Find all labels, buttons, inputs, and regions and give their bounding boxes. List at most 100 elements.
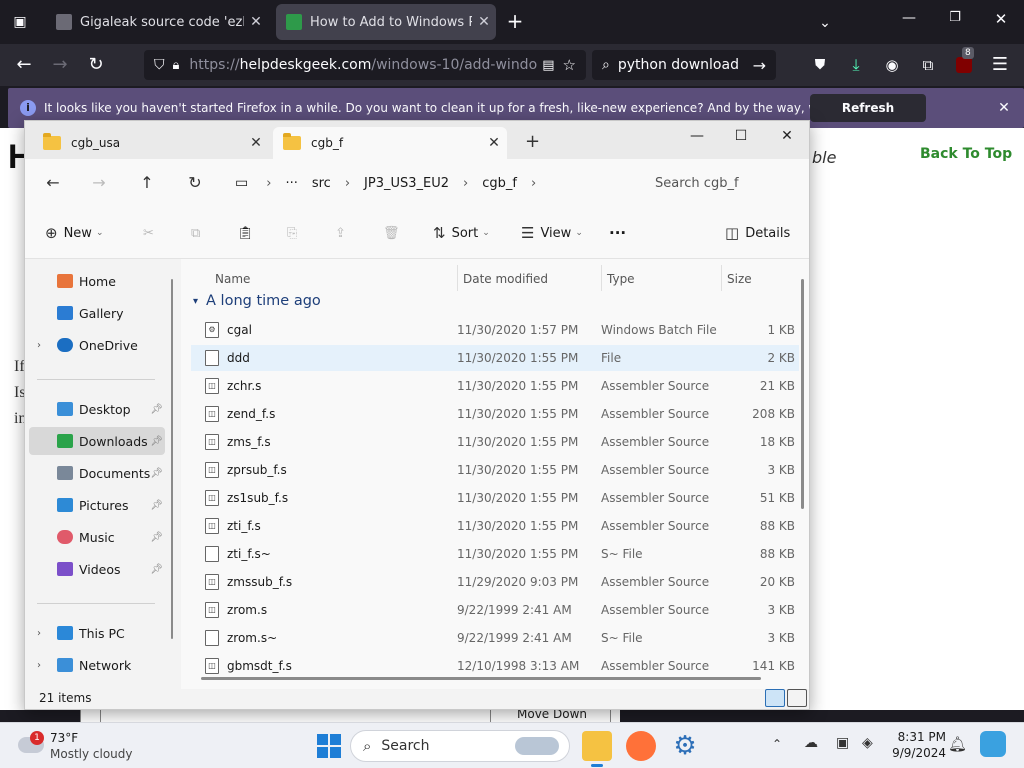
cut-icon[interactable]: ✂ <box>143 221 154 245</box>
forward-icon[interactable]: → <box>48 53 72 77</box>
breadcrumb-item[interactable]: src <box>312 176 331 191</box>
horizontal-scrollbar[interactable] <box>201 677 761 680</box>
close-tab-icon[interactable]: ✕ <box>472 14 496 30</box>
downloads-icon[interactable]: ⤓ <box>844 53 868 77</box>
close-icon[interactable]: ✕ <box>767 125 807 147</box>
ublock-icon[interactable]: 8 <box>952 47 976 77</box>
file-explorer-taskbar-icon[interactable] <box>582 731 612 767</box>
column-header-name[interactable]: Name <box>215 267 250 291</box>
pocket-icon[interactable]: ⛊ <box>808 53 832 77</box>
file-row[interactable]: ◫ zrom.s 9/22/1999 2:41 AM Assembler Source… <box>191 597 799 623</box>
details-view-icon[interactable] <box>765 689 785 707</box>
show-hidden-icons-icon[interactable]: ⌃ <box>772 737 782 751</box>
sidebar-item-onedrive[interactable]: › OneDrive <box>29 331 165 359</box>
maximize-icon[interactable]: ☐ <box>721 125 761 147</box>
sidebar-item-pictures[interactable]: Pictures 📌︎ <box>29 491 165 519</box>
overflow-icon[interactable]: ··· <box>285 176 297 191</box>
pc-icon[interactable]: ▭ <box>235 175 248 191</box>
group-header[interactable]: ▾ A long time ago <box>193 293 321 309</box>
menu-icon[interactable]: ☰ <box>988 53 1012 77</box>
sidebar-item-desktop[interactable]: Desktop 📌︎ <box>29 395 165 423</box>
firefox-taskbar-icon[interactable] <box>626 731 656 761</box>
file-row[interactable]: ◫ gbmsdt_f.s 12/10/1998 3:13 AM Assembler S… <box>191 653 799 679</box>
file-row[interactable]: ◫ zend_f.s 11/30/2020 1:55 PM Assembler Sou… <box>191 401 799 427</box>
up-icon[interactable]: ↑ <box>135 171 159 195</box>
weather-widget[interactable]: 1 73°F Mostly cloudy <box>16 729 156 763</box>
tab-gigaleak[interactable]: Gigaleak source code 'ezbuild. ✕ <box>46 4 268 40</box>
copy-icon[interactable]: ⧉ <box>191 221 200 245</box>
lock-icon[interactable]: 🔒︎ <box>173 58 180 73</box>
search-go-icon[interactable]: → <box>753 56 766 75</box>
refresh-firefox-button[interactable]: Refresh Firefox... <box>810 94 926 143</box>
column-header-size[interactable]: Size <box>727 267 752 291</box>
sidebar-item-videos[interactable]: Videos 📌︎ <box>29 555 165 583</box>
back-icon[interactable]: ← <box>12 53 36 77</box>
new-tab-icon[interactable]: + <box>525 131 540 152</box>
column-header-type[interactable]: Type <box>607 267 635 291</box>
forward-icon[interactable]: → <box>87 171 111 195</box>
breadcrumb-item[interactable]: JP3_US3_EU2 <box>364 176 449 191</box>
refresh-icon[interactable]: ↻ <box>183 171 207 195</box>
file-row[interactable]: ddd 11/30/2020 1:55 PM File 2 KB <box>191 345 799 371</box>
sidebar-item-documents[interactable]: Documents 📌︎ <box>29 459 165 487</box>
breadcrumb[interactable]: ▭ › ··· src › JP3_US3_EU2 › cgb_f › <box>229 167 633 199</box>
chevron-right-icon[interactable]: › <box>345 176 350 191</box>
start-icon[interactable] <box>314 731 344 761</box>
details-button[interactable]: ◫ Details <box>725 221 790 245</box>
clock[interactable]: 8:31 PM 9/9/2024 <box>890 729 946 761</box>
chevron-right-icon[interactable]: › <box>463 176 468 191</box>
chevron-right-icon[interactable]: › <box>37 628 41 639</box>
column-divider[interactable] <box>457 265 458 291</box>
explorer-tab-cgb-f[interactable]: cgb_f ✕ <box>273 127 507 159</box>
sidebar-item-network[interactable]: › Network <box>29 651 165 679</box>
new-tab-icon[interactable]: + <box>504 10 526 32</box>
sort-button[interactable]: ⇅ Sort ⌄ <box>433 221 490 245</box>
copilot-icon[interactable] <box>980 731 1006 757</box>
delete-icon[interactable]: 🗑︎ <box>383 221 400 245</box>
file-row[interactable]: ◫ zchr.s 11/30/2020 1:55 PM Assembler Sourc… <box>191 373 799 399</box>
restore-window-icon[interactable]: ❐ <box>944 10 966 32</box>
column-divider[interactable] <box>601 265 602 291</box>
firefox-view-icon[interactable]: ▣ <box>10 12 30 32</box>
explorer-search-input[interactable]: Search cgb_f <box>641 167 805 199</box>
close-tab-icon[interactable]: ✕ <box>481 135 507 151</box>
close-tab-icon[interactable]: ✕ <box>243 135 269 151</box>
extensions-icon[interactable]: ⧉ <box>916 53 940 77</box>
reload-icon[interactable]: ↻ <box>84 53 108 77</box>
file-row[interactable]: ⚙ cgal 11/30/2020 1:57 PM Windows Batch Fil… <box>191 317 799 343</box>
bookmark-star-icon[interactable]: ☆ <box>563 56 576 74</box>
search-bar[interactable]: ⌕ python download → <box>592 50 776 80</box>
close-window-icon[interactable]: ✕ <box>990 10 1012 32</box>
taskbar-search[interactable]: ⌕ Search <box>350 730 570 762</box>
chevron-right-icon[interactable]: › <box>37 660 41 671</box>
breadcrumb-item[interactable]: cgb_f <box>482 176 517 191</box>
explorer-tab-cgb-usa[interactable]: cgb_usa ✕ <box>33 127 269 159</box>
close-notification-icon[interactable]: ✕ <box>994 98 1014 118</box>
sidebar-item-gallery[interactable]: Gallery <box>29 299 165 327</box>
view-button[interactable]: ☰ View ⌄ <box>521 221 583 245</box>
chevron-right-icon[interactable]: › <box>266 176 271 191</box>
minimize-window-icon[interactable]: — <box>898 10 920 32</box>
minimize-icon[interactable]: — <box>677 125 717 147</box>
chevron-right-icon[interactable]: › <box>531 176 536 191</box>
sidebar-item-music[interactable]: Music 📌︎ <box>29 523 165 551</box>
account-icon[interactable]: ◉ <box>880 53 904 77</box>
file-row[interactable]: ◫ zprsub_f.s 11/30/2020 1:55 PM Assembler S… <box>191 457 799 483</box>
column-header-date[interactable]: Date modified <box>463 267 548 291</box>
share-icon[interactable]: ⇪ <box>335 221 346 245</box>
network-status-icon[interactable]: ☁ <box>804 735 818 751</box>
file-row[interactable]: ◫ zti_f.s 11/30/2020 1:55 PM Assembler Sour… <box>191 513 799 539</box>
rename-icon[interactable]: ⎘ <box>287 221 297 245</box>
sidebar-item-this-pc[interactable]: › This PC <box>29 619 165 647</box>
shield-icon[interactable]: ⛉ <box>154 57 165 73</box>
tiles-view-icon[interactable] <box>787 689 807 707</box>
file-row[interactable]: ◫ zms_f.s 11/30/2020 1:55 PM Assembler Sour… <box>191 429 799 455</box>
sidebar-item-downloads[interactable]: Downloads 📌︎ <box>29 427 165 455</box>
file-row[interactable]: zti_f.s~ 11/30/2020 1:55 PM S~ File 88 KB <box>191 541 799 567</box>
file-row[interactable]: ◫ zmssub_f.s 11/29/2020 9:03 PM Assembler S… <box>191 569 799 595</box>
chevron-down-icon[interactable]: ▾ <box>193 296 198 307</box>
close-tab-icon[interactable]: ✕ <box>244 14 268 30</box>
paste-icon[interactable]: 📋︎ <box>237 221 254 245</box>
file-row[interactable]: ◫ zs1sub_f.s 11/30/2020 1:55 PM Assembler S… <box>191 485 799 511</box>
chevron-right-icon[interactable]: › <box>37 340 41 351</box>
